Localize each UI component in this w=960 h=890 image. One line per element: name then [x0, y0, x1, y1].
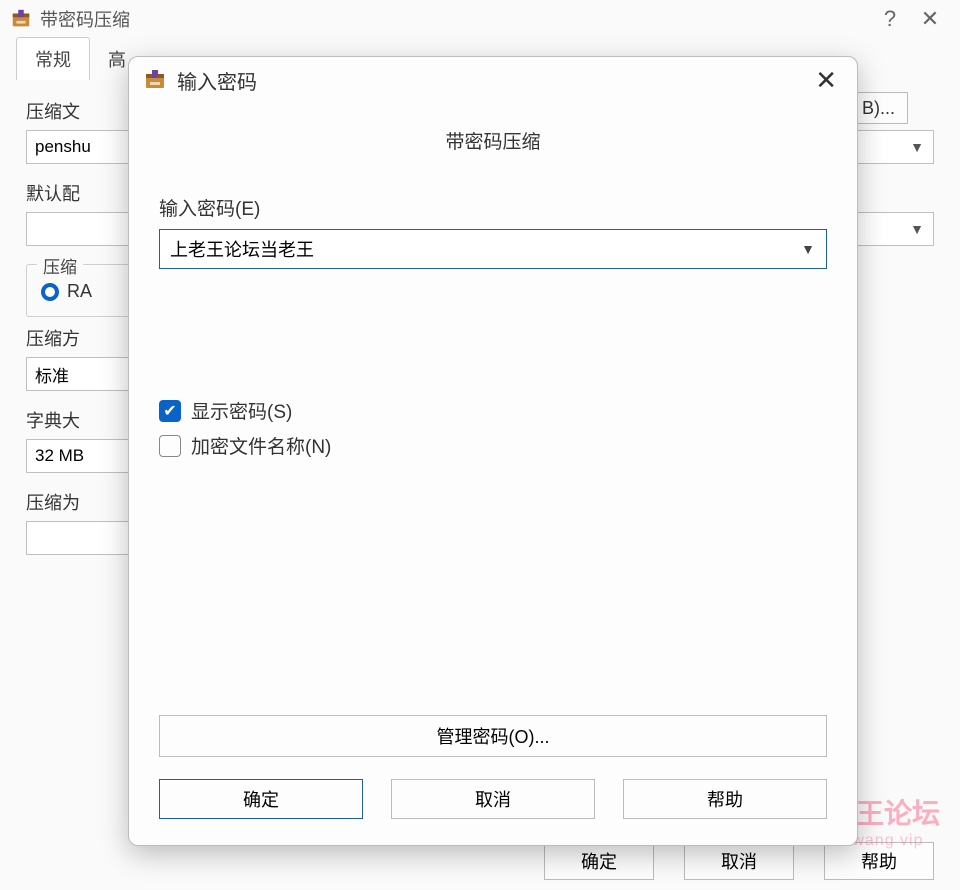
archive-format-legend: 压缩 — [37, 253, 83, 278]
winrar-icon — [10, 8, 32, 30]
main-close-button[interactable]: ✕ — [910, 6, 950, 32]
winrar-icon — [143, 68, 167, 92]
modal-titlebar: 输入密码 ✕ — [129, 57, 857, 103]
checkbox-unchecked-icon — [159, 435, 181, 457]
radio-selected-icon — [41, 283, 59, 301]
password-input[interactable] — [159, 229, 827, 269]
main-ok-button[interactable]: 确定 — [544, 842, 654, 880]
modal-body: 带密码压缩 输入密码(E) ▼ ✔ 显示密码(S) 加密文件名称(N) 管理密码… — [129, 103, 857, 757]
main-cancel-button[interactable]: 取消 — [684, 842, 794, 880]
main-help-button[interactable]: 帮助 — [824, 842, 934, 880]
modal-ok-button[interactable]: 确定 — [159, 779, 363, 819]
chevron-down-icon: ▼ — [910, 139, 924, 155]
encrypt-filenames-label: 加密文件名称(N) — [191, 432, 331, 459]
modal-title: 输入密码 — [177, 66, 257, 95]
main-help-button[interactable]: ? — [870, 6, 910, 32]
show-password-checkbox[interactable]: ✔ 显示密码(S) — [159, 397, 827, 424]
main-button-row: 确定 取消 帮助 — [0, 842, 960, 880]
modal-button-row: 确定 取消 帮助 — [129, 757, 857, 845]
modal-close-button[interactable]: ✕ — [809, 67, 843, 93]
encrypt-filenames-checkbox[interactable]: 加密文件名称(N) — [159, 432, 827, 459]
modal-help-button[interactable]: 帮助 — [623, 779, 827, 819]
manage-passwords-button[interactable]: 管理密码(O)... — [159, 715, 827, 757]
main-titlebar: 带密码压缩 ? ✕ — [0, 0, 960, 38]
password-combo[interactable]: ▼ — [159, 229, 827, 269]
chevron-down-icon[interactable]: ▼ — [801, 241, 815, 257]
modal-cancel-button[interactable]: 取消 — [391, 779, 595, 819]
password-label: 输入密码(E) — [159, 194, 827, 221]
modal-context-label: 带密码压缩 — [159, 113, 827, 194]
password-dialog: 输入密码 ✕ 带密码压缩 输入密码(E) ▼ ✔ 显示密码(S) 加密文件名称(… — [128, 56, 858, 846]
format-radio-rar[interactable]: RA — [41, 275, 131, 308]
tab-general[interactable]: 常规 — [16, 37, 90, 80]
format-radio-rar-label: RA — [67, 281, 92, 302]
chevron-down-icon: ▼ — [910, 221, 924, 237]
show-password-label: 显示密码(S) — [191, 397, 292, 424]
main-window-title: 带密码压缩 — [40, 6, 130, 32]
checkbox-checked-icon: ✔ — [159, 400, 181, 422]
